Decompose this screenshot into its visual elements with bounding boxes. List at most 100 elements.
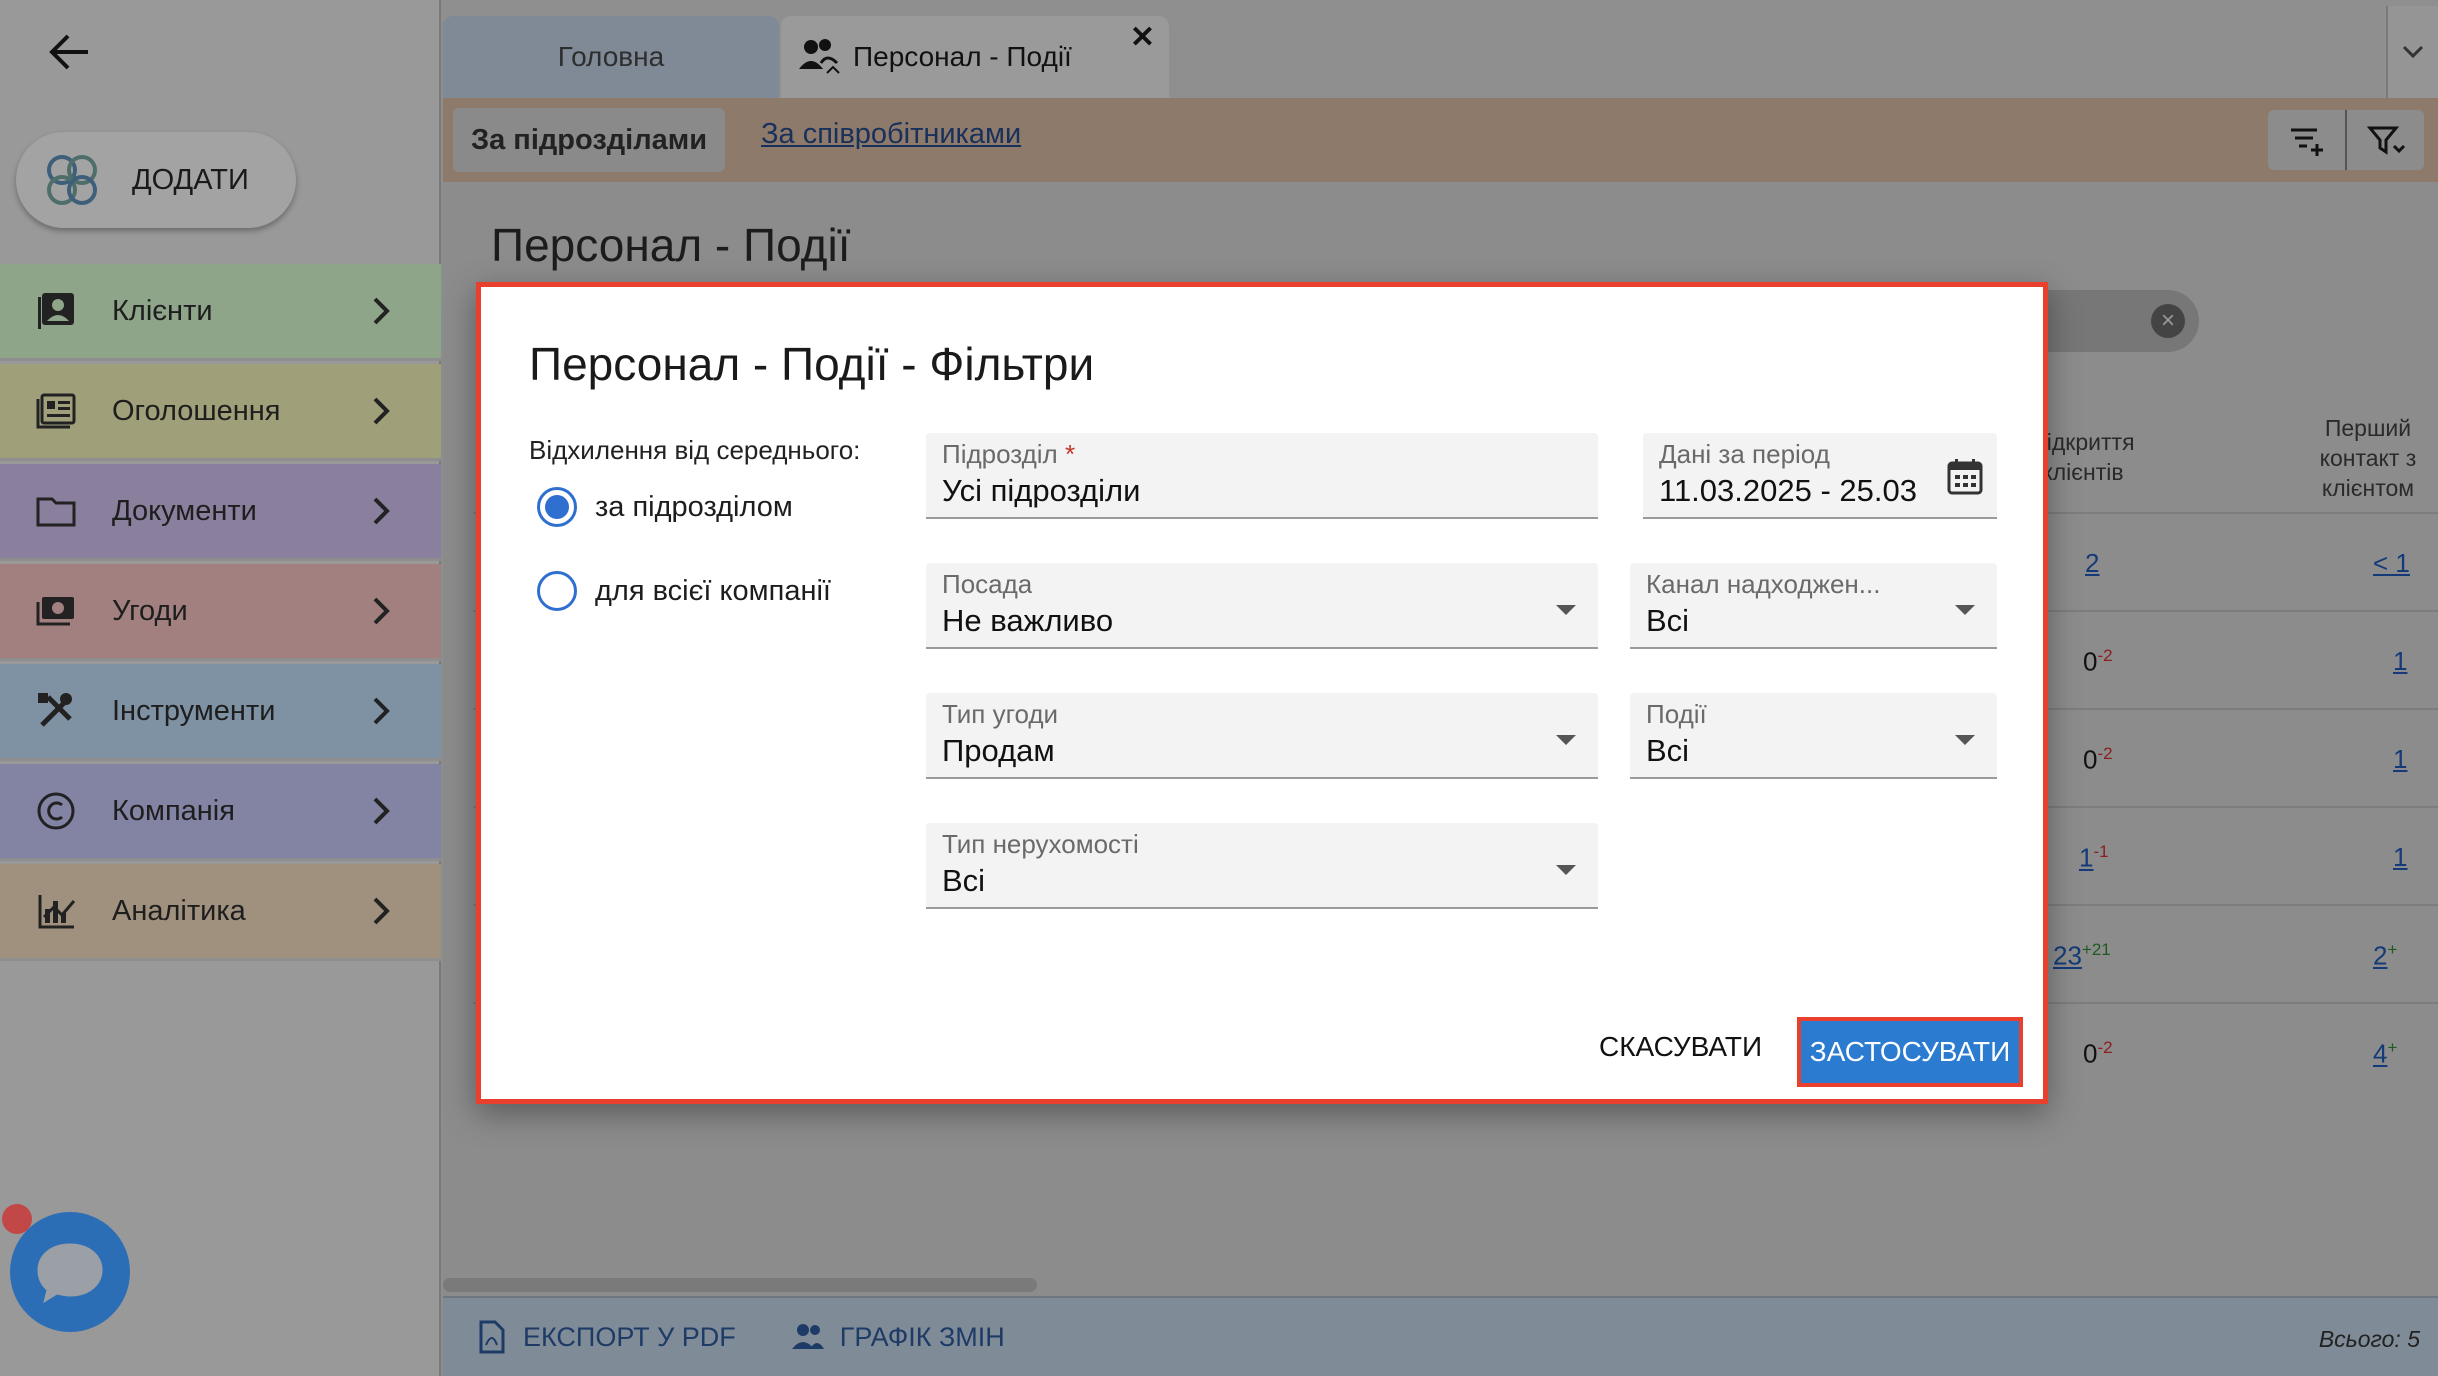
events-value: Всі: [1646, 733, 1690, 768]
property-type-value: Всі: [942, 863, 986, 898]
department-field[interactable]: Підрозділ * Усі підрозділи: [926, 433, 1598, 519]
position-select[interactable]: Посада Не важливо: [926, 563, 1598, 649]
calendar-icon[interactable]: [1943, 455, 1987, 499]
chevron-down-icon: [2402, 45, 2424, 59]
table-cell-opening: 1-1: [2079, 842, 2109, 874]
column-header-first-contact[interactable]: Перший контакт з клієнтом: [2293, 414, 2438, 504]
shift-schedule-label: ГРАФІК ЗМІН: [839, 1321, 1005, 1352]
back-button[interactable]: [40, 22, 100, 82]
dropdown-arrow-icon: [1556, 865, 1576, 875]
folder-icon: [36, 497, 76, 527]
table-cell-first-contact[interactable]: 1: [2393, 744, 2407, 775]
shift-schedule-button[interactable]: ГРАФІК ЗМІН: [790, 1319, 1005, 1355]
table-cell-first-contact[interactable]: < 1: [2373, 548, 2410, 579]
sidebar-item-tools[interactable]: Інструменти: [0, 664, 441, 761]
cancel-button[interactable]: СКАСУВАТИ: [1599, 1031, 1762, 1063]
sidebar-item-documents[interactable]: Документи: [0, 464, 441, 561]
table-cell-first-contact: 4+: [2373, 1038, 2397, 1070]
field-label: Підрозділ *: [942, 439, 1075, 470]
sidebar-item-analytics[interactable]: Аналітика: [0, 864, 441, 961]
property-type-label: Тип нерухомості: [942, 829, 1139, 859]
position-label: Посада: [942, 569, 1033, 599]
table-cell-first-contact[interactable]: 1: [2393, 646, 2407, 677]
cell-delta: +: [2387, 940, 2398, 959]
table-cell-opening[interactable]: 2: [2085, 548, 2099, 579]
add-button[interactable]: ДОДАТИ: [16, 132, 296, 228]
tab-by-employee[interactable]: За співробітниками: [761, 118, 1021, 151]
sidebar-item-listings[interactable]: Оголошення: [0, 364, 441, 461]
tools-icon: [38, 693, 72, 727]
total-count: Всього: 5: [2318, 1326, 2420, 1352]
filter-toolbar: [2268, 110, 2424, 170]
radio-checked-icon: [537, 487, 577, 527]
deal-type-select[interactable]: Тип угоди Продам: [926, 693, 1598, 779]
events-label: Події: [1646, 699, 1707, 729]
page-title: Персонал - Події: [491, 219, 851, 271]
horizontal-scrollbar[interactable]: [443, 1278, 1037, 1292]
copyright-icon: [37, 792, 75, 830]
cell-delta: -2: [2097, 646, 2113, 665]
contacts-icon: [38, 293, 74, 329]
analytics-icon: [38, 895, 76, 929]
position-value: Не важливо: [942, 603, 1114, 638]
close-tab-icon[interactable]: ✕: [1130, 20, 1155, 55]
cell-link[interactable]: 1: [2079, 843, 2093, 873]
table-cell-first-contact[interactable]: 1: [2393, 842, 2407, 873]
cell-delta: +: [2387, 1038, 2398, 1057]
sidebar-item-label: Документи: [112, 494, 257, 527]
sidebar-item-label: Аналітика: [112, 894, 246, 927]
filter-list-add-icon: [2290, 128, 2323, 156]
period-label: Дані за період: [1659, 439, 1830, 469]
sidebar-item-clients[interactable]: Клієнти: [0, 264, 441, 361]
money-icon: [36, 597, 74, 626]
listings-icon: [36, 393, 76, 429]
cell-delta: -2: [2097, 744, 2113, 763]
period-field[interactable]: Дані за період 11.03.2025 - 25.03: [1643, 433, 1997, 519]
tab-home[interactable]: Головна: [443, 16, 779, 98]
chevron-right-icon: [373, 297, 390, 325]
radio-label: для всієї компанії: [595, 574, 831, 607]
sub-navigation: За підрозділами За співробітниками: [443, 98, 2438, 182]
table-cell-opening: 0-2: [2083, 744, 2113, 776]
sidebar-item-company[interactable]: Компанія: [0, 764, 441, 861]
sidebar-item-label: Оголошення: [112, 394, 281, 427]
apply-button[interactable]: ЗАСТОСУВАТИ: [1797, 1017, 2023, 1087]
dropdown-arrow-icon: [1955, 735, 1975, 745]
sidebar-item-label: Інструменти: [112, 694, 276, 727]
chevron-right-icon: [373, 797, 390, 825]
filter-icon: [2366, 126, 2405, 155]
tab-active-label: Персонал - Події: [853, 41, 1072, 72]
notification-dot: [2, 1204, 32, 1234]
cell-link[interactable]: 4: [2373, 1039, 2387, 1069]
radio-whole-company[interactable]: для всієї компанії: [537, 571, 831, 611]
filter-button[interactable]: [2347, 110, 2424, 170]
chevron-right-icon: [373, 697, 390, 725]
radio-by-department[interactable]: за підрозділом: [537, 487, 793, 527]
sidebar-item-deals[interactable]: Угоди: [0, 564, 441, 661]
chat-bubble-icon: [37, 1243, 103, 1304]
dropdown-arrow-icon: [1556, 605, 1576, 615]
deal-type-label: Тип угоди: [942, 699, 1059, 729]
required-mark: *: [1064, 439, 1076, 469]
tab-home-label: Головна: [557, 41, 665, 72]
tab-by-department[interactable]: За підрозділами: [453, 108, 725, 172]
cell-delta: -1: [2093, 842, 2109, 861]
channel-select[interactable]: Канал надходжен... Всі: [1630, 563, 1997, 649]
tab-staff-events[interactable]: Персонал - Події ✕: [781, 16, 1169, 98]
cell-value: 0: [2083, 646, 2098, 677]
export-pdf-button[interactable]: ЕКСПОРТ У PDF: [473, 1319, 736, 1355]
sidebar: ДОДАТИ Клієнти Оголошення Документи Угод…: [0, 0, 441, 1376]
chevron-right-icon: [373, 597, 390, 625]
sidebar-item-label: Угоди: [112, 594, 188, 627]
cell-value: 0: [2083, 744, 2098, 775]
cell-link[interactable]: 23: [2053, 941, 2082, 971]
events-select[interactable]: Події Всі: [1630, 693, 1997, 779]
tab-scroll-button[interactable]: [2386, 6, 2438, 98]
cell-link[interactable]: 2: [2373, 941, 2387, 971]
add-filter-button[interactable]: [2268, 110, 2347, 170]
chip-remove-icon[interactable]: ×: [2151, 304, 2185, 338]
property-type-select[interactable]: Тип нерухомості Всі: [926, 823, 1598, 909]
chat-button[interactable]: [10, 1212, 130, 1332]
table-cell-opening: 23+21: [2053, 940, 2111, 972]
dropdown-arrow-icon: [1556, 735, 1576, 745]
